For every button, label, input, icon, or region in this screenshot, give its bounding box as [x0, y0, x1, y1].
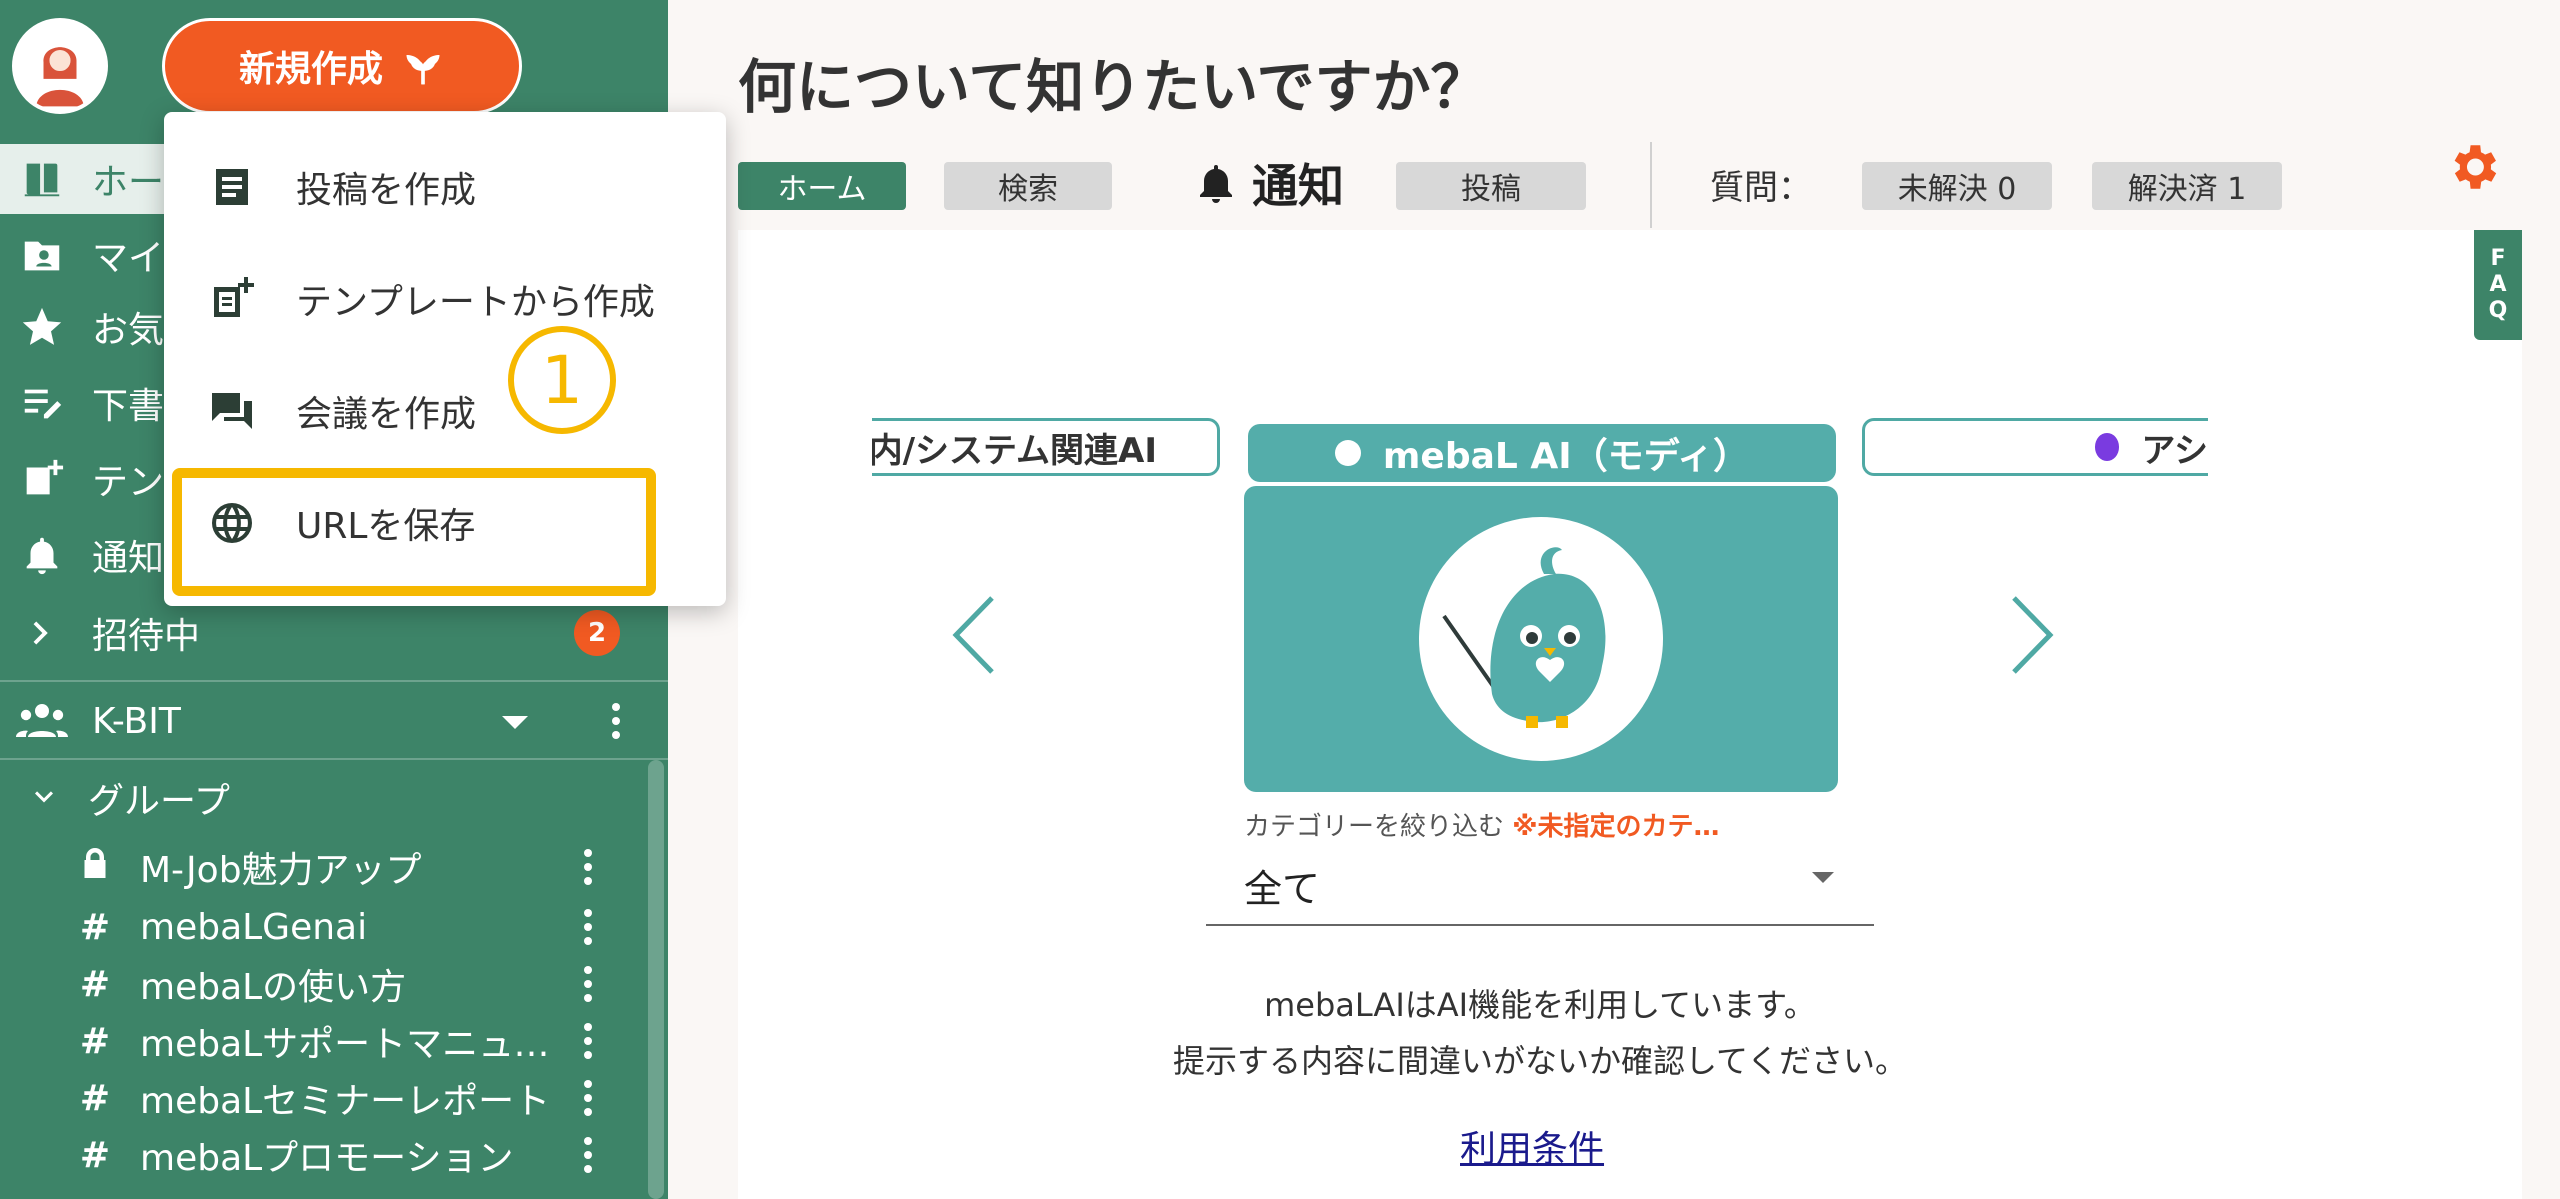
- channel-more-icon[interactable]: [584, 849, 592, 885]
- carousel-prev-arrow-icon[interactable]: [946, 590, 1006, 680]
- ai-notice-line-2: 提示する内容に間違いがないか確認してください。: [1172, 1042, 1908, 1080]
- hash-icon: #: [79, 1020, 111, 1062]
- channel-name: mebaLプロモーション: [140, 1138, 514, 1179]
- menu-item-label: 会議を作成: [296, 394, 477, 435]
- chevron-down-icon: [24, 780, 64, 816]
- channel-item[interactable]: M-Job魅力アップ: [0, 838, 640, 896]
- faq-letter: A: [2489, 272, 2507, 297]
- hash-icon: #: [79, 963, 111, 1005]
- invitation-count-badge: 2: [574, 610, 620, 656]
- template-icon: [12, 449, 72, 509]
- notice-label: 通知: [1252, 159, 1344, 213]
- sidebar-divider: [0, 680, 668, 682]
- group-section-header[interactable]: グループ: [0, 765, 668, 831]
- tab-search[interactable]: 検索: [944, 162, 1112, 210]
- select-caret-icon: [1812, 872, 1834, 883]
- lock-icon: [70, 845, 120, 890]
- channel-name: M-Job魅力アップ: [140, 850, 422, 891]
- page-title: 何について知りたいですか？: [738, 53, 1489, 121]
- channel-more-icon[interactable]: [584, 966, 592, 1002]
- radio-dot-icon: [1334, 440, 1361, 466]
- gear-icon[interactable]: [2444, 138, 2502, 196]
- faq-tab[interactable]: F A Q: [2474, 230, 2522, 340]
- book-icon: [12, 149, 72, 209]
- menu-item-create-from-template[interactable]: テンプレートから作成: [164, 244, 726, 354]
- user-avatar[interactable]: [12, 18, 108, 114]
- tab-post[interactable]: 投稿: [1396, 162, 1586, 210]
- chat-icon: [202, 387, 262, 435]
- channel-item[interactable]: # mebaLサポートマニュアル: [0, 1012, 640, 1070]
- contact-folder-icon: [12, 225, 72, 285]
- notice-heading[interactable]: 通知: [1192, 150, 1344, 216]
- menu-item-create-meeting[interactable]: 会議を作成: [164, 356, 726, 466]
- user-avatar-icon: [17, 23, 103, 109]
- channel-name: mebaLGenai: [140, 906, 368, 948]
- category-filter-label: カテゴリーを絞り込む ※未指定のカテ…: [1244, 806, 1720, 843]
- bell-icon: [1200, 165, 1232, 203]
- channel-name: mebaLセミナーレポート: [140, 1081, 551, 1122]
- chevron-right-icon: [12, 603, 72, 663]
- menu-item-label: テンプレートから作成: [296, 282, 655, 323]
- faq-letter: F: [2490, 246, 2506, 271]
- carousel-card-label: 内/システム関連AI: [872, 430, 1157, 471]
- workspace-more-icon[interactable]: [612, 703, 620, 739]
- draft-icon: [12, 373, 72, 433]
- mascot-card[interactable]: [1244, 486, 1838, 792]
- filter-warning-text: ※未指定のカテ…: [1512, 812, 1720, 842]
- channel-more-icon[interactable]: [584, 909, 592, 945]
- channel-item[interactable]: # mebaLの使い方: [0, 955, 640, 1013]
- group-people-icon: [12, 701, 72, 741]
- workspace-dropdown-caret-icon[interactable]: [502, 716, 528, 729]
- faq-letter: Q: [2488, 298, 2508, 323]
- tab-unresolved[interactable]: 未解決 0: [1862, 162, 2052, 210]
- carousel-card-label: アシ: [2141, 430, 2208, 471]
- category-select[interactable]: 全て: [1206, 846, 1874, 926]
- hash-icon: #: [79, 1134, 111, 1176]
- bell-icon: [12, 525, 72, 585]
- sidebar-item-invitations[interactable]: 招待中 2: [0, 598, 668, 668]
- mascot-bird-icon: [1419, 517, 1663, 761]
- tab-divider: [1650, 142, 1652, 228]
- tab-home[interactable]: ホーム: [738, 162, 906, 210]
- new-create-label: 新規作成: [238, 49, 383, 90]
- post-icon: [202, 163, 262, 211]
- sidebar-scrollbar[interactable]: [648, 760, 664, 1199]
- channel-item[interactable]: # mebaLセミナーレポート: [0, 1069, 640, 1127]
- channel-name: mebaLの使い方: [140, 967, 407, 1008]
- category-selected-value: 全て: [1244, 866, 1321, 911]
- channel-more-icon[interactable]: [584, 1137, 592, 1173]
- carousel-card-label: mebaL AI（モディ）: [1382, 436, 1750, 477]
- terms-link[interactable]: 利用条件: [1460, 1120, 1604, 1172]
- channel-name: mebaLサポートマニュアル: [140, 1024, 570, 1065]
- filter-label-text: カテゴリーを絞り込む: [1244, 812, 1505, 842]
- channel-more-icon[interactable]: [584, 1080, 592, 1116]
- hash-icon: #: [79, 1077, 111, 1119]
- star-icon: [12, 297, 72, 357]
- carousel-card-center[interactable]: mebaL AI（モディ）: [1248, 424, 1836, 482]
- hash-icon: #: [79, 906, 111, 948]
- menu-item-label: 投稿を作成: [296, 170, 477, 211]
- sprout-icon: [406, 55, 440, 85]
- tab-resolved[interactable]: 解決済 1: [2092, 162, 2282, 210]
- channel-more-icon[interactable]: [584, 1023, 592, 1059]
- group-section-label: グループ: [88, 781, 230, 822]
- purple-dot-icon: [2095, 433, 2120, 461]
- channel-item[interactable]: # mebaLプロモーション: [0, 1126, 640, 1184]
- workspace-row[interactable]: K-BIT: [0, 686, 668, 756]
- new-create-button[interactable]: 新規作成: [162, 18, 522, 114]
- channel-item[interactable]: # mebaLGenai: [0, 898, 640, 956]
- workspace-name: K-BIT: [92, 700, 181, 742]
- carousel-card-right[interactable]: アシ: [1862, 418, 2208, 476]
- step-marker: 1: [508, 326, 616, 434]
- ai-notice-line-1: mebaLAIはAI機能を利用しています。: [1264, 986, 1816, 1024]
- template-add-icon: [202, 275, 262, 323]
- sidebar-item-label: 招待中: [92, 616, 201, 657]
- menu-item-create-post[interactable]: 投稿を作成: [164, 132, 726, 242]
- carousel-card-left[interactable]: 内/システム関連AI: [872, 418, 1220, 476]
- question-label: 質問：: [1710, 168, 1812, 208]
- sidebar-item-label: 通知: [92, 538, 165, 579]
- carousel-next-arrow-icon[interactable]: [2000, 590, 2060, 680]
- save-url-highlight-box: [172, 468, 656, 596]
- sidebar-divider: [0, 758, 668, 760]
